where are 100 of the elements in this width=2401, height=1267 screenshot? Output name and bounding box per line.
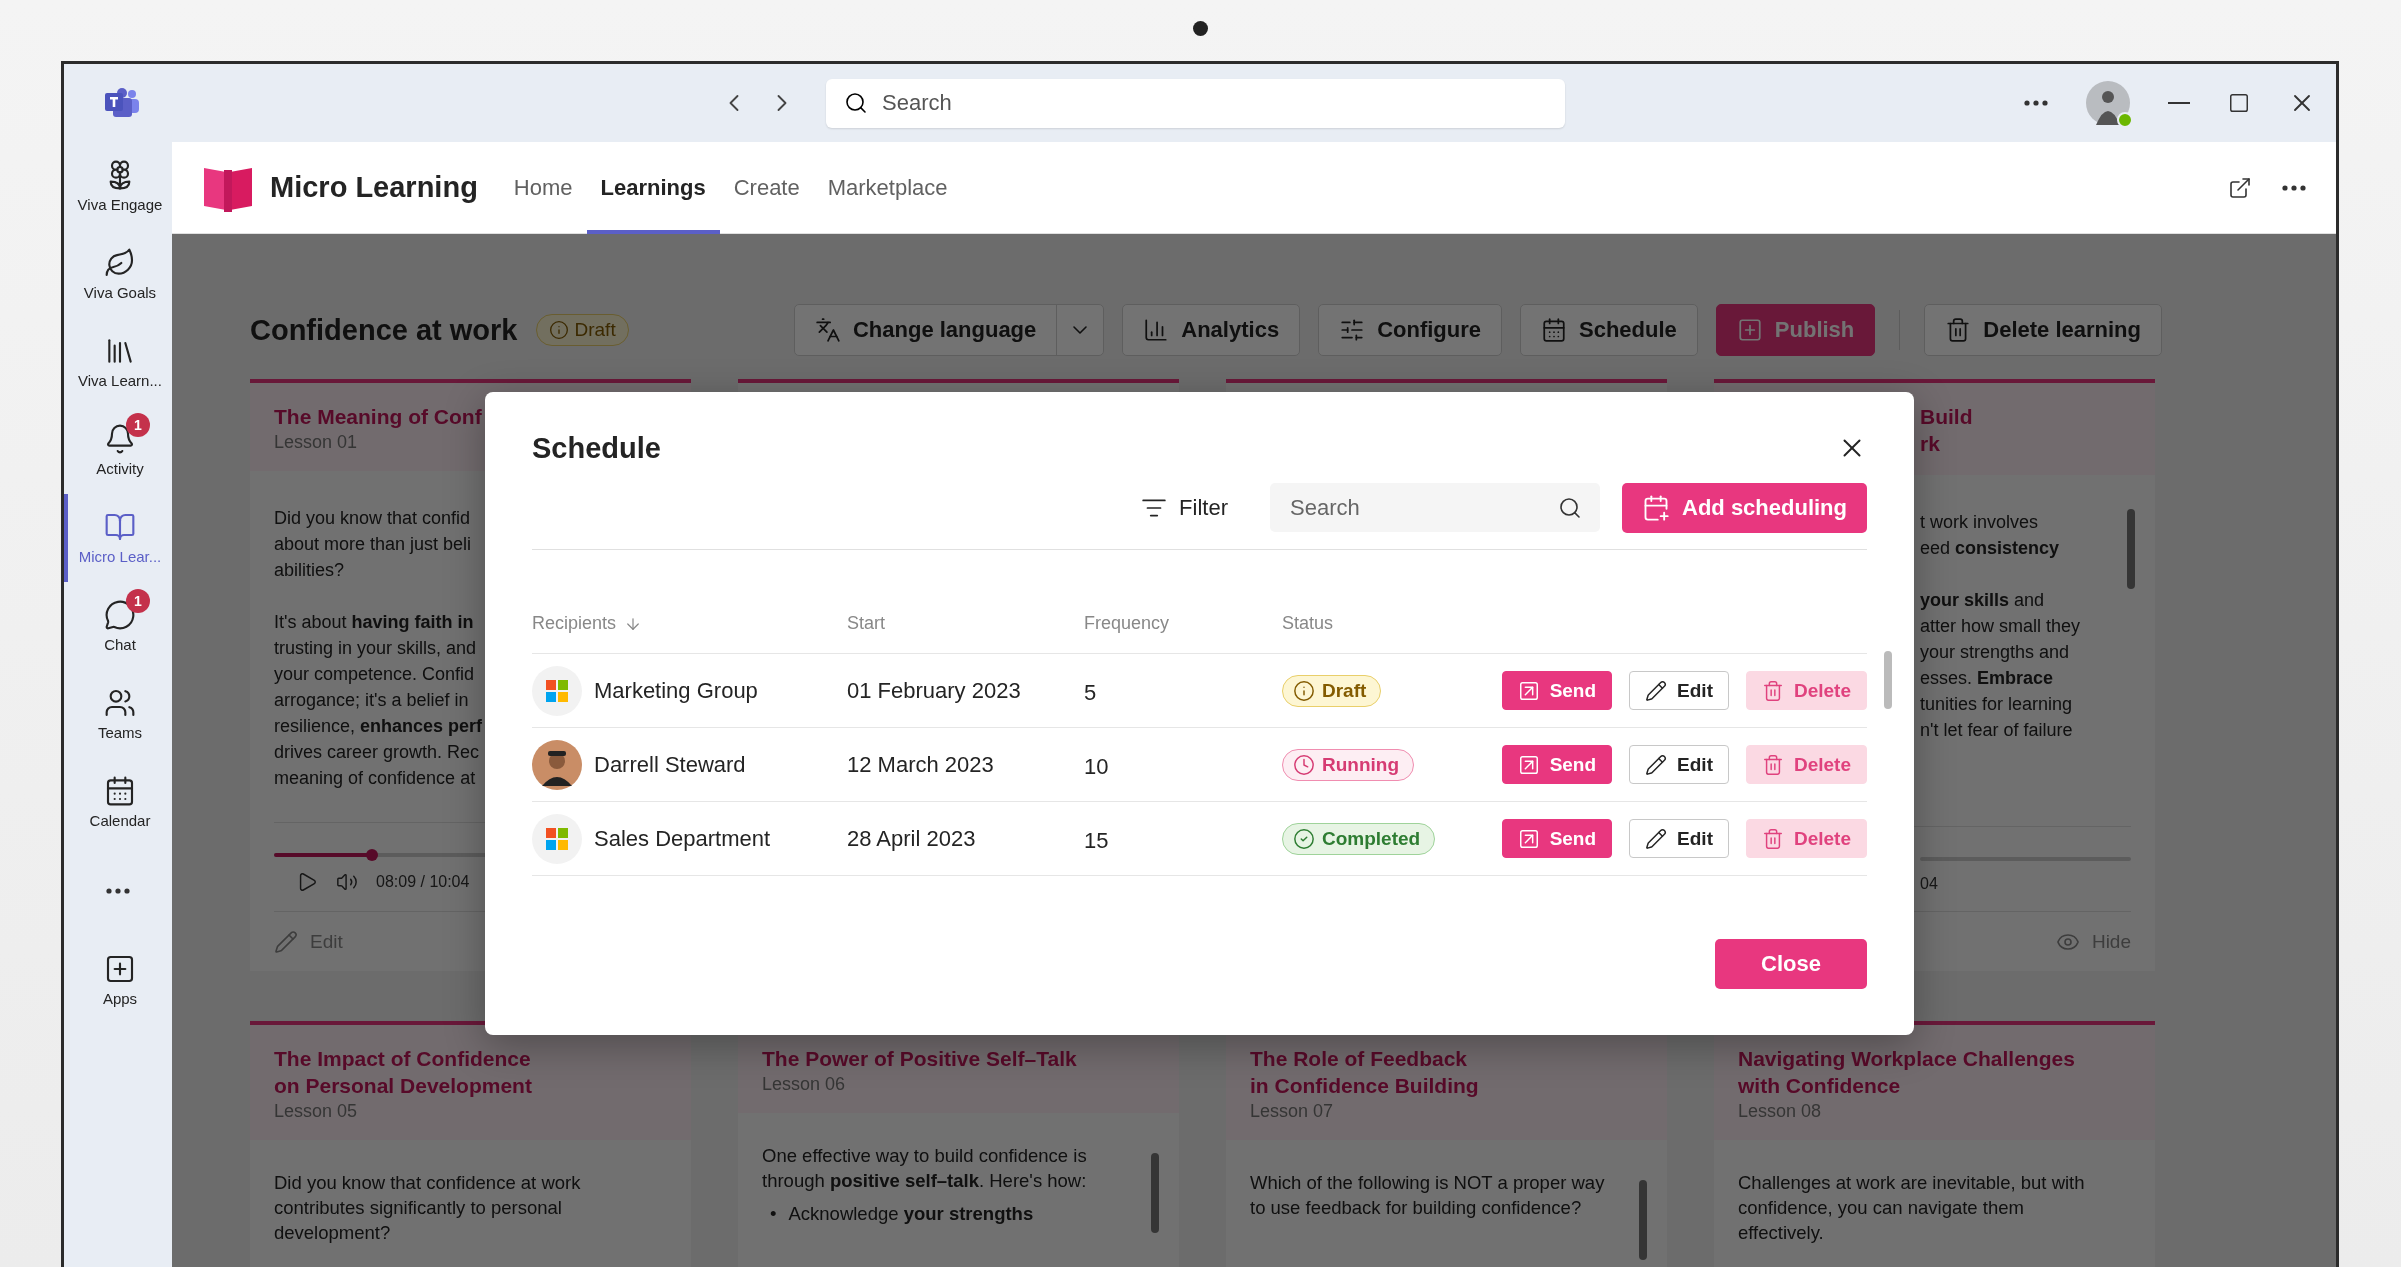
send-button[interactable]: Send [1501, 819, 1613, 858]
app-name: Micro Learning [270, 171, 478, 204]
lesson-text: meaning of confidence at [274, 767, 476, 790]
rail-item[interactable]: Apps [64, 936, 172, 1024]
send-icon [1517, 827, 1540, 850]
nav-tab[interactable]: Marketplace [813, 141, 962, 234]
sliders-icon [1339, 317, 1366, 343]
lesson-text: tunities for learning [1920, 693, 2073, 716]
delete-button[interactable]: Delete [1745, 745, 1867, 784]
lesson-text: n't let fear of failure [1920, 719, 2073, 742]
rail-item[interactable]: Viva Goals [64, 230, 172, 318]
more-icon[interactable] [2282, 184, 2306, 191]
lesson-text: esses. Embrace [1920, 667, 2054, 690]
lesson-title: with Confidence [1738, 1073, 1901, 1099]
trash-icon [1945, 317, 1972, 343]
user-avatar[interactable] [2086, 81, 2130, 125]
check-circle-icon [1293, 827, 1315, 850]
scrollbar[interactable] [1884, 651, 1892, 709]
start-date: 28 April 2023 [847, 825, 977, 852]
dialog-title: Schedule [532, 431, 661, 465]
learning-title: Confidence at work [250, 313, 518, 347]
four-squares-icon [532, 813, 582, 864]
pencil-icon [274, 929, 298, 954]
lesson-title: rk [1920, 431, 1940, 457]
pop-out-icon [2228, 175, 2252, 200]
calendar-icon [104, 775, 136, 807]
column-header[interactable]: Frequency [1084, 613, 1282, 634]
status-badge: Running [1282, 748, 1415, 781]
toolbar-button[interactable]: Delete learning [1924, 304, 2162, 356]
column-header[interactable]: Status [1282, 613, 1867, 634]
audio-progress-thumb[interactable] [366, 849, 379, 861]
close-dialog-button[interactable]: Close [1715, 939, 1867, 989]
toolbar-button[interactable]: Analytics [1122, 304, 1301, 356]
lesson-text: your strengths and [1920, 641, 2070, 664]
edit-button[interactable]: Edit [1629, 745, 1729, 784]
four-squares-icon [532, 665, 582, 716]
frequency-value: 5 [1084, 679, 1098, 706]
status-badge: Completed [1282, 822, 1436, 855]
leaf-icon [104, 247, 136, 279]
column-header[interactable]: Recipients [532, 613, 847, 634]
lesson-text: Challenges at work are inevitable, but with [1738, 1171, 2085, 1195]
rail-item[interactable]: Teams [64, 670, 172, 758]
search-icon [1558, 495, 1582, 520]
delete-button[interactable]: Delete [1745, 671, 1867, 710]
trash-icon [1761, 753, 1784, 776]
edit-button[interactable]: Edit [1629, 671, 1729, 710]
nav-tab[interactable]: Create [719, 141, 814, 234]
nav-tab[interactable]: Home [499, 141, 587, 234]
presence-dot [2117, 112, 2133, 128]
bar-chart-icon [1143, 317, 1170, 343]
lesson-text: confidence, you can navigate them [1738, 1196, 2024, 1220]
toolbar-button[interactable]: Schedule [1520, 304, 1698, 356]
pencil-icon [1645, 827, 1668, 850]
filter-button[interactable]: Filter [1135, 493, 1234, 522]
delete-button[interactable]: Delete [1745, 819, 1867, 858]
bullet-item: Acknowledge your strengths [788, 1202, 1034, 1226]
lesson-text: development? [274, 1221, 391, 1245]
lesson-text: Did you know that confidence at work [274, 1171, 581, 1195]
search-input[interactable]: Search [1288, 483, 1558, 532]
recipient-name: Marketing Group [594, 677, 758, 704]
language-icon [814, 317, 841, 343]
lesson-text: about more than just beli [274, 533, 472, 556]
lesson-title: Navigating Workplace Challenges [1738, 1046, 2075, 1072]
toolbar-button[interactable]: Configure [1318, 304, 1502, 356]
more-icon[interactable] [106, 888, 130, 894]
rail-item[interactable]: Viva Engage [64, 142, 172, 230]
trash-icon [1761, 827, 1784, 850]
clock-icon [1293, 753, 1315, 776]
publish-button[interactable]: Publish [1715, 304, 1876, 356]
lesson-text: Did you know that confid [274, 507, 471, 530]
more-icon[interactable] [2024, 100, 2048, 106]
lesson-title: The Role of Feedback [1250, 1046, 1468, 1072]
status-badge: Draft [1282, 674, 1382, 707]
lesson-number: Lesson 08 [1738, 1101, 1822, 1122]
rail-item[interactable]: Viva Learn... [64, 318, 172, 406]
lesson-number: Lesson 07 [1250, 1101, 1334, 1122]
column-header[interactable]: Start [847, 613, 1084, 634]
lesson-text: drives career growth. Rec [274, 741, 480, 764]
lesson-title: The Impact of Confidence [274, 1046, 531, 1072]
info-icon [1293, 679, 1315, 702]
people-icon [104, 687, 136, 719]
send-button[interactable]: Send [1501, 745, 1613, 784]
pencil-icon [1645, 679, 1668, 702]
send-button[interactable]: Send [1501, 671, 1613, 710]
lesson-number: Lesson 05 [274, 1101, 358, 1122]
add-scheduling-button[interactable]: Add scheduling [1622, 482, 1867, 533]
lesson-title: The Meaning of Conf [274, 404, 482, 430]
rail-item[interactable]: Calendar [64, 758, 172, 846]
lesson-text: trusting in your skills, and [274, 637, 477, 660]
pencil-icon [1645, 753, 1668, 776]
lesson-text: arrogance; it's a belief in [274, 689, 469, 712]
lesson-text: contributes significantly to personal [274, 1196, 562, 1220]
chat-icon [104, 599, 136, 631]
status-badge: Draft [535, 314, 629, 346]
edit-button[interactable]: Edit [1629, 819, 1729, 858]
search-field[interactable]: Search [1270, 483, 1600, 532]
notification-badge: 1 [126, 589, 150, 613]
rail-item[interactable]: 1 Chat [64, 582, 172, 670]
bell-icon [104, 423, 136, 455]
rail-item[interactable]: 1 Activity [64, 406, 172, 494]
